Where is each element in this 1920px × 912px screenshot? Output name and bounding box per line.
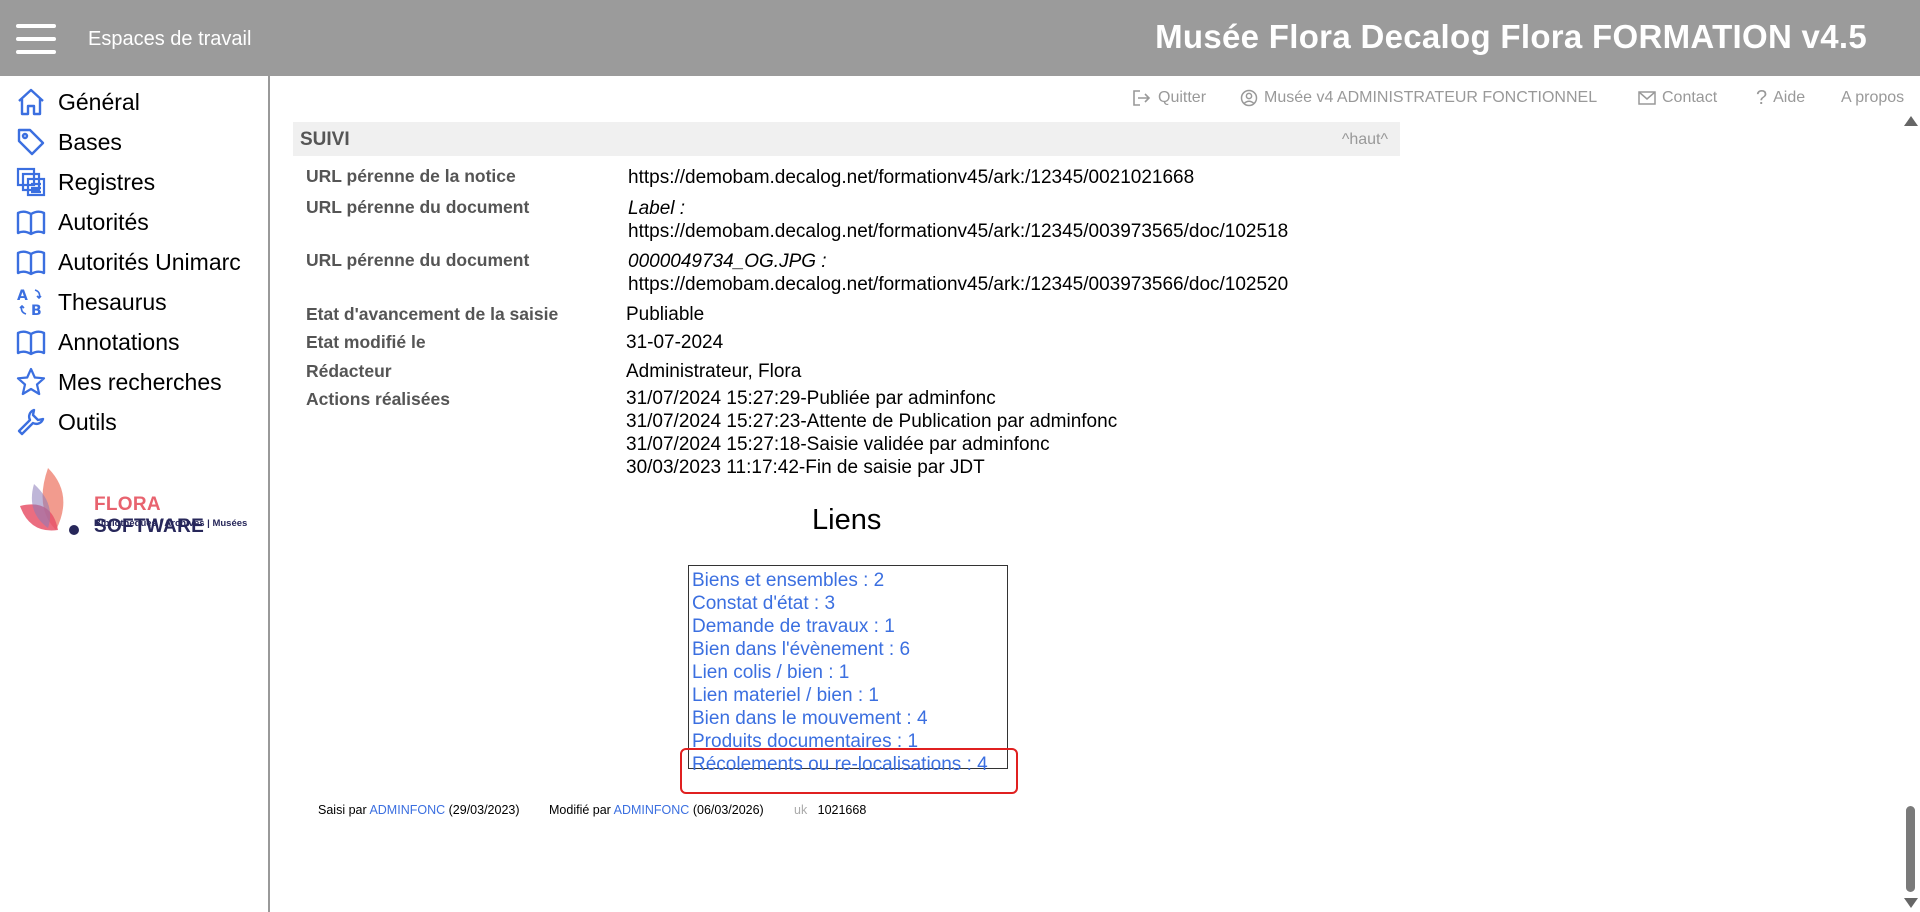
workspaces-link[interactable]: Espaces de travail [88,28,251,51]
field-label: URL pérenne du document [306,250,530,270]
about-link[interactable]: A propos [1841,86,1904,110]
document-url: https://demobam.decalog.net/formationv45… [628,274,1289,295]
field-value: Publiable [626,304,705,325]
sidebar-item-label: Bases [58,128,122,155]
sort-ab-icon: AB [14,285,48,319]
link-biens-ensembles[interactable]: Biens et ensembles : 2 [692,569,884,592]
field-value: Administrateur, Flora [626,361,802,382]
links-section-title: Liens [812,504,882,536]
sidebar-item-registres[interactable]: Registres [14,164,155,200]
link-bien-evenement[interactable]: Bien dans l'évènement : 6 [692,638,910,661]
link-constat-etat[interactable]: Constat d'état : 3 [692,592,835,615]
section-suivi-header: SUIVI ^haut^ [293,122,1400,156]
sidebar-item-label: Autorités [58,208,149,235]
book-icon [14,245,48,279]
link-bien-mouvement[interactable]: Bien dans le mouvement : 4 [692,707,928,730]
flower-logo-icon [20,468,79,535]
section-title: SUIVI [300,129,350,150]
question-mark-icon: ? [1756,86,1768,109]
field-label: URL pérenne de la notice [306,166,516,186]
creator-user-link[interactable]: ADMINFONC [369,803,445,817]
link-demande-travaux[interactable]: Demande de travaux : 1 [692,615,895,638]
footer-modified-by: Modifié par ADMINFONC (06/03/2026) [549,803,764,817]
field-label: Actions réalisées [306,389,450,409]
field-label: URL pérenne du document [306,197,530,217]
sidebar-item-label: Registres [58,168,156,195]
sidebar-item-mes-recherches[interactable]: Mes recherches [14,364,222,400]
sidebar-item-thesaurus[interactable]: AB Thesaurus [14,284,167,320]
contact-link[interactable]: Contact [1638,86,1717,110]
sidebar: Général Bases Registres Autorités Autori… [0,76,270,912]
top-bar: Espaces de travail Musée Flora Decalog F… [0,0,1920,76]
link-colis-bien[interactable]: Lien colis / bien : 1 [692,661,849,684]
sidebar-item-label: Autorités Unimarc [58,248,241,275]
user-icon [1240,89,1258,107]
action-entry: 31/07/2024 15:27:29-Publiée par adminfon… [626,388,996,409]
home-icon [14,85,48,119]
vertical-scrollbar[interactable] [1903,116,1920,912]
field-value: 31-07-2024 [626,332,724,353]
mail-icon [1638,91,1656,105]
sidebar-item-outils[interactable]: Outils [14,404,117,440]
highlight-box [680,748,1018,794]
scrollbar-thumb[interactable] [1906,806,1915,892]
field-label: Rédacteur [306,361,392,381]
sidebar-item-label: Thesaurus [58,288,167,315]
quit-link[interactable]: Quitter [1132,86,1206,110]
registers-icon [14,165,48,199]
back-to-top-link[interactable]: ^haut^ [1342,131,1388,149]
scroll-down-icon[interactable] [1904,898,1918,908]
footer-created-by: Saisi par ADMINFONC (29/03/2023) [318,803,520,817]
document-caption: 0000049734_OG.JPG : [628,251,827,272]
field-value: Label : https://demobam.decalog.net/form… [628,197,1288,243]
sidebar-item-general[interactable]: Général [14,84,140,120]
book-icon [14,325,48,359]
help-link[interactable]: ? Aide [1756,86,1805,110]
logo-subtitle: Bibliothèques | Archives | Musées [94,518,248,529]
sidebar-item-bases[interactable]: Bases [14,124,122,160]
svg-text:A: A [17,288,28,304]
book-icon [14,205,48,239]
svg-text:B: B [31,303,42,317]
sidebar-item-label: Outils [58,408,117,435]
action-entry: 31/07/2024 15:27:18-Saisie validée par a… [626,434,1050,455]
app-title: Musée Flora Decalog Flora FORMATION v4.5 [1155,18,1867,55]
sidebar-item-label: Annotations [58,328,180,355]
logo-brand: FLORA SOFTWARE [94,494,205,537]
action-entry: 30/03/2023 11:17:42-Fin de saisie par JD… [626,457,985,478]
field-value: 0000049734_OG.JPG : https://demobam.deca… [628,250,1288,296]
sidebar-item-annotations[interactable]: Annotations [14,324,179,360]
sidebar-item-autorites[interactable]: Autorités [14,204,149,240]
sidebar-item-label: Général [58,88,140,115]
field-label: Etat d'avancement de la saisie [306,304,559,324]
sidebar-item-label: Mes recherches [58,368,222,395]
flora-software-logo: FLORA SOFTWARE Bibliothèques | Archives … [12,464,262,554]
field-label: Etat modifié le [306,332,426,352]
scroll-up-icon[interactable] [1904,116,1918,126]
document-url: https://demobam.decalog.net/formationv45… [628,221,1289,242]
link-materiel-bien[interactable]: Lien materiel / bien : 1 [692,684,879,707]
actions-list: 31/07/2024 15:27:29-Publiée par adminfon… [626,387,1117,479]
exit-icon [1132,89,1152,107]
modifier-user-link[interactable]: ADMINFONC [614,803,690,817]
field-value: https://demobam.decalog.net/formationv45… [628,167,1195,188]
document-caption: Label : [628,198,686,219]
action-entry: 31/07/2024 15:27:23-Attente de Publicati… [626,411,1118,432]
sidebar-item-autorites-unimarc[interactable]: Autorités Unimarc [14,244,241,280]
hamburger-menu-icon[interactable] [16,24,56,54]
wrench-icon [14,405,48,439]
footer-uk: uk 1021668 [794,803,867,817]
star-icon [14,365,48,399]
user-link[interactable]: Musée v4 ADMINISTRATEUR FONCTIONNEL [1240,86,1597,110]
tag-icon [14,125,48,159]
